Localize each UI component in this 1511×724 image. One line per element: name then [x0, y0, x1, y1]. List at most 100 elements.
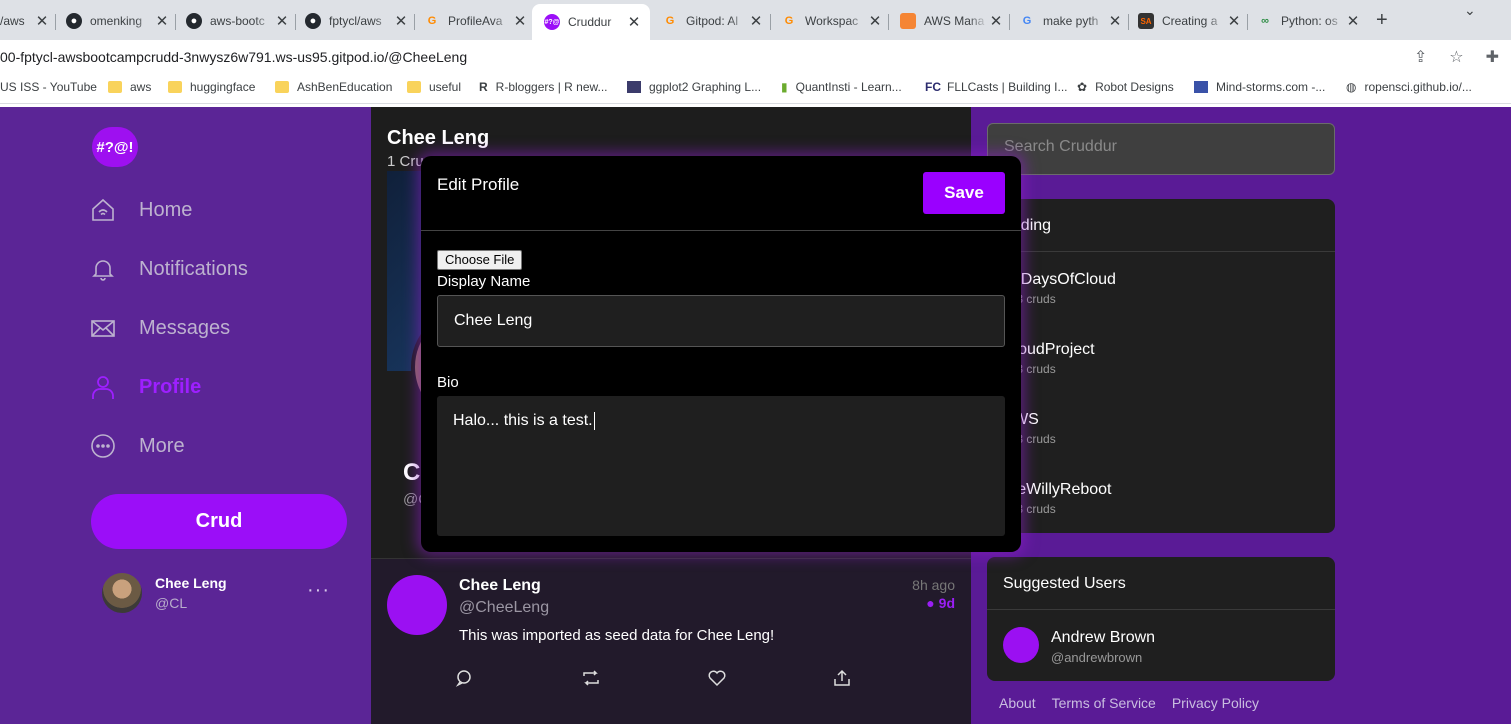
bookmark-item[interactable]: ▮ QuantInsti - Learn...: [781, 80, 902, 94]
tab-aws-management[interactable]: AWS Mana ✕: [900, 6, 1004, 36]
crud-button[interactable]: Crud: [91, 494, 347, 549]
close-icon[interactable]: ✕: [154, 12, 170, 30]
nav-label: Notifications: [139, 257, 248, 280]
tab-profileavatar[interactable]: G ProfileAva ✕: [424, 6, 528, 36]
post-message: This was imported as seed data for Chee …: [459, 627, 775, 644]
tab-gitpod[interactable]: G Gitpod: Al ✕: [662, 6, 764, 36]
close-icon[interactable]: ✕: [867, 12, 883, 30]
close-icon[interactable]: ✕: [274, 12, 290, 30]
bookmark-item[interactable]: ggplot2 Graphing L...: [627, 80, 761, 94]
more-icon: [90, 433, 116, 459]
tab-label: AWS Mana: [924, 14, 985, 28]
close-icon[interactable]: ✕: [988, 12, 1004, 30]
tab-google-search[interactable]: G make pyth ✕: [1019, 6, 1123, 36]
bookmark-label: QuantInsti - Learn...: [795, 80, 902, 94]
footer-link-about[interactable]: About: [999, 695, 1036, 711]
post-expires-at: ● 9d: [926, 595, 955, 611]
bookmark-label: US ISS - YouTube: [0, 80, 97, 94]
share-icon[interactable]: [833, 669, 853, 689]
tab-workspaces[interactable]: G Workspac ✕: [781, 6, 883, 36]
avatar-file-input[interactable]: Choose File: [437, 250, 523, 270]
bookmark-label: aws: [130, 80, 152, 94]
tab-omenking[interactable]: ● omenking ✕: [66, 6, 170, 36]
reply-icon[interactable]: [455, 669, 475, 689]
display-name-label: Display Name: [437, 273, 531, 290]
tab-cruddur[interactable]: #?@ Cruddur ✕: [532, 4, 650, 40]
more-options-icon[interactable]: ···: [307, 579, 330, 602]
close-icon[interactable]: ✕: [748, 12, 764, 30]
trending-panel: ending 00DaysOfCloud 053 cruds CloudProj…: [987, 199, 1335, 533]
bookmark-item[interactable]: US ISS - YouTube: [0, 80, 97, 94]
close-icon[interactable]: ✕: [1107, 12, 1123, 30]
cruddur-logo[interactable]: #?@!: [92, 127, 138, 167]
footer-link-privacy[interactable]: Privacy Policy: [1172, 695, 1259, 711]
avatar: [1003, 627, 1039, 663]
bookmark-label: Mind-storms.com -...: [1216, 80, 1326, 94]
nav-profile[interactable]: Profile: [90, 369, 201, 405]
display-name-field[interactable]: Chee Leng: [437, 295, 1005, 347]
bookmark-folder[interactable]: AshBenEducation: [275, 80, 392, 94]
bookmark-label: ropensci.github.io/...: [1364, 80, 1472, 94]
nav-label: Messages: [139, 316, 231, 339]
share-icon[interactable]: ⇪: [1414, 47, 1427, 67]
nav-messages[interactable]: Messages: [90, 310, 230, 346]
bookmark-item[interactable]: ✿ Robot Designs: [1077, 80, 1174, 94]
heart-icon[interactable]: [707, 669, 727, 689]
user-icon: [90, 374, 116, 400]
bio-textarea[interactable]: Halo... this is a test.: [437, 396, 1005, 536]
chevron-down-icon[interactable]: ⌄: [1464, 2, 1476, 19]
bookmark-folder[interactable]: aws: [108, 80, 151, 94]
bookmark-item[interactable]: R R-bloggers | R new...: [479, 80, 608, 94]
nav-more[interactable]: More: [90, 428, 185, 464]
bookmark-label: ggplot2 Graphing L...: [649, 80, 762, 94]
bookmark-folder[interactable]: useful: [407, 80, 461, 94]
new-tab-icon[interactable]: +: [1376, 9, 1388, 32]
search-input[interactable]: Search Cruddur: [987, 123, 1335, 175]
tab-aws[interactable]: /aws ✕: [0, 6, 50, 36]
tab-creating[interactable]: SA Creating a ✕: [1138, 6, 1242, 36]
footer-link-terms[interactable]: Terms of Service: [1052, 695, 1156, 711]
repost-icon[interactable]: [581, 669, 601, 689]
close-icon[interactable]: ✕: [1226, 12, 1242, 30]
tab-python-os[interactable]: ∞ Python: os ✕: [1257, 6, 1361, 36]
nav-notifications[interactable]: Notifications: [90, 251, 248, 287]
extensions-icon[interactable]: ✚: [1486, 47, 1499, 67]
close-icon[interactable]: ✕: [1345, 12, 1361, 30]
chart-icon: [627, 81, 641, 93]
bookmark-item[interactable]: FC FLLCasts | Building I...: [925, 80, 1068, 94]
quantinsti-icon: ▮: [781, 80, 788, 94]
activity-item[interactable]: Chee Leng @CheeLeng 8h ago ● 9d This was…: [371, 559, 971, 724]
mindstorms-icon: [1194, 81, 1208, 93]
bookmark-label: FLLCasts | Building I...: [947, 80, 1068, 94]
bookmarks-bar: US ISS - YouTube aws huggingface AshBenE…: [0, 74, 1511, 104]
bookmark-folder[interactable]: huggingface: [168, 80, 255, 94]
fllcasts-icon: FC: [925, 80, 941, 94]
nav-home[interactable]: Home: [90, 192, 192, 228]
close-icon[interactable]: ✕: [393, 12, 409, 30]
suggested-user-name[interactable]: Andrew Brown: [1051, 629, 1155, 647]
post-actions: [455, 669, 875, 691]
suggested-users-panel: Suggested Users Andrew Brown @andrewbrow…: [987, 557, 1335, 681]
url-input[interactable]: 00-fptycl-awsbootcampcrudd-3nwysz6w791.w…: [0, 49, 467, 65]
github-icon: ●: [66, 13, 82, 29]
bio-label: Bio: [437, 374, 459, 391]
star-icon[interactable]: ☆: [1449, 47, 1463, 67]
bell-icon: [90, 256, 116, 282]
current-user[interactable]: Chee Leng @CL ···: [102, 573, 342, 617]
close-icon[interactable]: ✕: [34, 12, 50, 30]
profile-header-name: Chee Leng: [387, 127, 490, 149]
bookmark-label: R-bloggers | R new...: [495, 80, 608, 94]
avatar: [102, 573, 142, 613]
gitpod-icon: G: [784, 15, 794, 27]
save-button[interactable]: Save: [923, 172, 1005, 214]
bookmark-item[interactable]: ◍ ropensci.github.io/...: [1346, 80, 1472, 94]
close-icon[interactable]: ✕: [626, 13, 642, 31]
close-icon[interactable]: ✕: [512, 12, 528, 30]
gitpod-icon: G: [665, 15, 675, 27]
nav-label: Home: [139, 198, 193, 221]
tab-label: make pyth: [1043, 14, 1099, 28]
tab-fptycl[interactable]: ● fptycl/aws ✕: [305, 6, 409, 36]
robot-icon: ✿: [1077, 80, 1088, 94]
tab-aws-bootcamp[interactable]: ● aws-bootc ✕: [186, 6, 290, 36]
bookmark-item[interactable]: Mind-storms.com -...: [1194, 80, 1325, 94]
